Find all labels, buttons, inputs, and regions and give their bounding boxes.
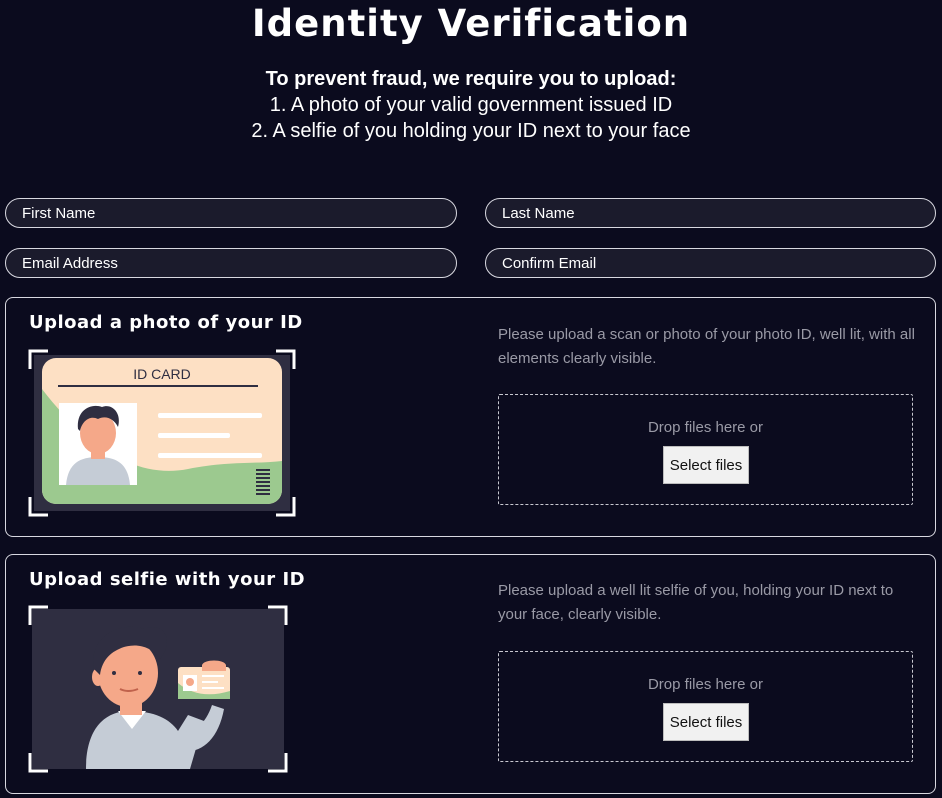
selfie-illustration [28,605,288,773]
id-upload-description: Please upload a scan or photo of your ph… [498,326,915,367]
page-title: Identity Verification [251,2,691,45]
id-drop-text: Drop files here or [647,419,764,436]
requirement-selfie: 2. A selfie of you holding your ID next … [251,120,691,142]
id-upload-title: Upload a photo of your ID [29,312,303,333]
id-upload-card: Upload a photo of your ID ID CARD Please… [5,297,936,537]
id-dropzone[interactable]: Drop files here or Select files [498,394,913,505]
selfie-upload-card: Upload selfie with your ID Please upload… [5,554,936,794]
id-select-files-button[interactable]: Select files [663,446,749,484]
selfie-drop-text: Drop files here or [647,676,764,693]
instructions-lead: To prevent fraud, we require you to uplo… [265,68,677,90]
id-card-label: ID CARD [133,366,191,382]
selfie-select-files-button[interactable]: Select files [663,703,749,741]
last-name-field[interactable] [485,198,936,228]
confirm-email-field[interactable] [485,248,936,278]
selfie-upload-description: Please upload a well lit selfie of you, … [498,582,894,623]
instructions: To prevent fraud, we require you to uplo… [0,66,942,144]
selfie-dropzone[interactable]: Drop files here or Select files [498,651,913,762]
email-field[interactable] [5,248,457,278]
requirement-id: 1. A photo of your valid government issu… [269,94,673,116]
id-card-illustration: ID CARD [28,349,296,517]
selfie-upload-title: Upload selfie with your ID [29,569,306,590]
first-name-field[interactable] [5,198,457,228]
